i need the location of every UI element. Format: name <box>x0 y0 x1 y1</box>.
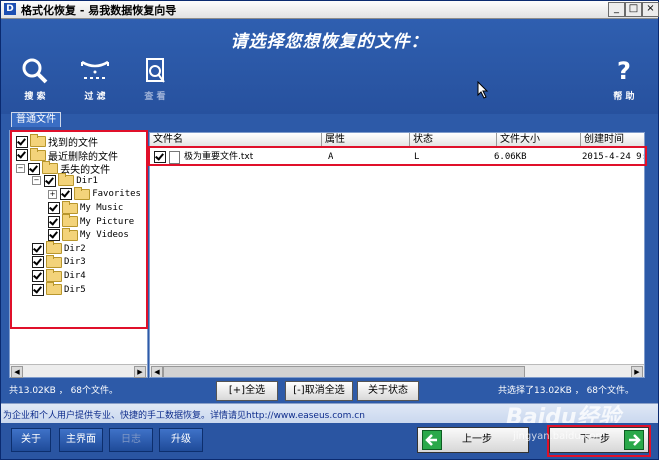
column-header-name[interactable]: 文件名 <box>150 133 322 147</box>
scroll-right-icon[interactable]: ▶ <box>134 366 146 378</box>
bottom-bar: 关于 主界面 日志 升级 上一步 下一步 jingyan.baidu.com <box>1 423 658 459</box>
search-tool-button[interactable]: 搜 索 <box>15 55 55 102</box>
mouse-cursor-icon <box>477 80 489 102</box>
tab-normal-files[interactable]: 普通文件 <box>11 112 61 127</box>
filter-icon <box>75 55 115 87</box>
app-window: D 格式化恢复 - 易我数据恢复向导 _ □ × 请选择您想恢复的文件： 搜 索… <box>0 0 659 460</box>
column-header-state[interactable]: 状态 <box>410 133 497 147</box>
column-header-attr[interactable]: 属性 <box>322 133 410 147</box>
select-all-button[interactable]: [+]全选 <box>216 381 278 401</box>
arrow-left-icon <box>422 430 442 450</box>
upgrade-button[interactable]: 升级 <box>159 428 203 452</box>
view-tool-button[interactable]: 查 看 <box>135 55 175 102</box>
minimize-button[interactable]: _ <box>608 2 625 17</box>
tree-horizontal-scrollbar[interactable]: ◀ ▶ <box>10 364 147 378</box>
help-tool-label: 帮 助 <box>613 92 635 102</box>
scroll-left-icon[interactable]: ◀ <box>11 366 23 378</box>
list-horizontal-scrollbar[interactable]: ◀ ▶ <box>150 364 644 377</box>
scroll-thumb[interactable] <box>163 366 525 377</box>
about-state-button[interactable]: 关于状态 <box>357 381 419 401</box>
column-header-created[interactable]: 创建时间 <box>581 133 644 147</box>
log-button[interactable]: 日志 <box>109 428 153 452</box>
filter-tool-label: 过 滤 <box>84 92 106 102</box>
header-banner: 请选择您想恢复的文件： 搜 索 过 滤 查 看 ? 帮 助 <box>1 19 658 114</box>
search-icon <box>15 55 55 87</box>
info-text: 为企业和个人用户提供专业、快捷的手工数据恢复。详情请见http://www.ea… <box>3 411 365 421</box>
main-menu-button[interactable]: 主界面 <box>59 428 103 452</box>
maximize-button[interactable]: □ <box>625 2 642 17</box>
view-tool-label: 查 看 <box>144 92 166 102</box>
help-tool-button[interactable]: ? 帮 助 <box>604 55 644 102</box>
help-icon: ? <box>617 57 631 85</box>
view-icon <box>135 55 175 87</box>
about-button[interactable]: 关于 <box>11 428 51 452</box>
status-total: 共13.02KB ， 68个文件。 <box>9 386 119 396</box>
file-row-highlight-box <box>148 146 647 166</box>
scroll-left-icon[interactable]: ◀ <box>151 366 163 377</box>
back-button-label: 上一步 <box>462 434 492 445</box>
page-heading: 请选择您想恢复的文件： <box>230 32 429 52</box>
close-button[interactable]: × <box>642 2 659 17</box>
title-bar: D 格式化恢复 - 易我数据恢复向导 _ □ × <box>1 1 659 19</box>
window-title: 格式化恢复 - 易我数据恢复向导 <box>21 4 177 17</box>
watermark-sub: jingyan.baidu.com <box>513 431 606 442</box>
column-header-size[interactable]: 文件大小 <box>497 133 581 147</box>
scroll-right-icon[interactable]: ▶ <box>631 366 643 377</box>
app-icon: D <box>4 3 16 15</box>
status-selected: 共选择了13.02KB ， 68个文件。 <box>498 386 635 396</box>
tree-highlight-box <box>10 130 148 329</box>
filter-tool-button[interactable]: 过 滤 <box>75 55 115 102</box>
deselect-all-button[interactable]: [-]取消全选 <box>285 381 353 401</box>
file-list: 文件名 属性 状态 文件大小 创建时间 极为重要文件.txt A L 6.06K… <box>149 132 645 378</box>
search-tool-label: 搜 索 <box>24 92 46 102</box>
